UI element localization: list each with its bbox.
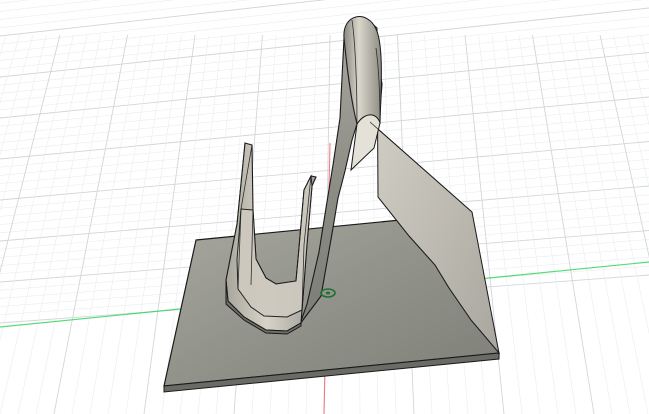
scene-svg[interactable] — [0, 0, 649, 414]
cad-3d-viewport[interactable] — [0, 0, 649, 414]
